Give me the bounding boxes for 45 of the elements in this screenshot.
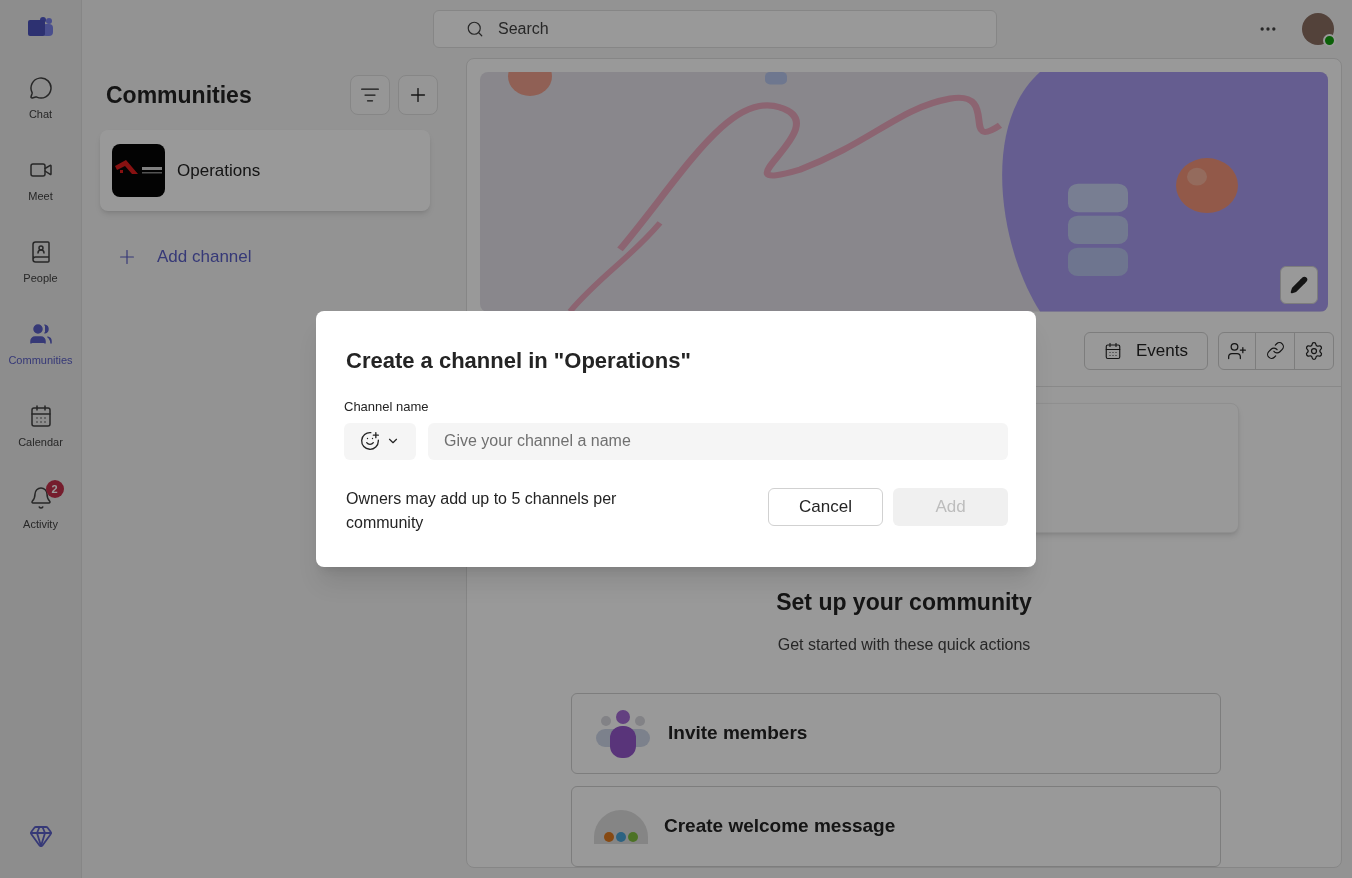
notification-badge: 2 [45,480,64,498]
quick-action-card[interactable]: Create welcome message [571,786,1221,867]
events-button[interactable]: Events [1084,331,1208,370]
edit-banner-button[interactable] [1280,265,1318,304]
people-group-icon [28,321,53,346]
chat-dots-icon [594,809,648,844]
add-channel-link[interactable]: Add channel [116,244,252,270]
add-person-icon [1227,340,1247,361]
calendar-icon [28,403,53,428]
chat-bubble-icon [28,75,53,100]
avatar[interactable] [1302,13,1334,45]
settings-icon [1304,340,1324,361]
rail-item[interactable]: Chat [2,69,79,129]
channel-limit-note: Owners may add up to 5 channels per community [346,488,618,533]
people-icon [594,708,652,759]
community-name: Operations [177,159,261,182]
status-icon [1323,34,1336,47]
rail-item[interactable]: Communities [2,315,79,375]
calendar-icon [1104,341,1122,360]
emoji-add-icon [360,431,380,451]
channel-name-input[interactable]: Give your channel a name [428,422,1008,460]
dialog-button[interactable]: Cancel [768,487,883,526]
app-logo-icon[interactable] [27,17,54,39]
rail-item[interactable]: Meet [2,151,79,211]
pencil-icon [1290,275,1308,294]
community-item[interactable]: Operations [100,130,430,211]
emoji-picker-button[interactable] [344,422,416,460]
search-icon [466,20,484,38]
search-placeholder: Search [498,19,549,39]
setup-subtitle: Get started with these quick actions [777,635,1031,655]
bell-icon [28,485,53,510]
dialog-title: Create a channel in "Operations" [346,347,692,375]
community-logo-icon [112,144,165,197]
communities-title: Communities [106,80,252,110]
field-label: Channel name [344,398,430,416]
add-button[interactable] [398,75,438,115]
rail-item[interactable]: Activity 2 [2,479,79,539]
quick-action-card[interactable]: Invite members [571,693,1221,774]
filter-button[interactable] [350,75,390,115]
rail-item[interactable]: Calendar [2,397,79,457]
rail-item[interactable]: People [2,233,79,293]
search-field[interactable]: Search [433,10,997,48]
setup-title: Set up your community [776,587,1032,617]
diamond-icon[interactable] [28,824,53,848]
link-icon [1265,341,1285,360]
